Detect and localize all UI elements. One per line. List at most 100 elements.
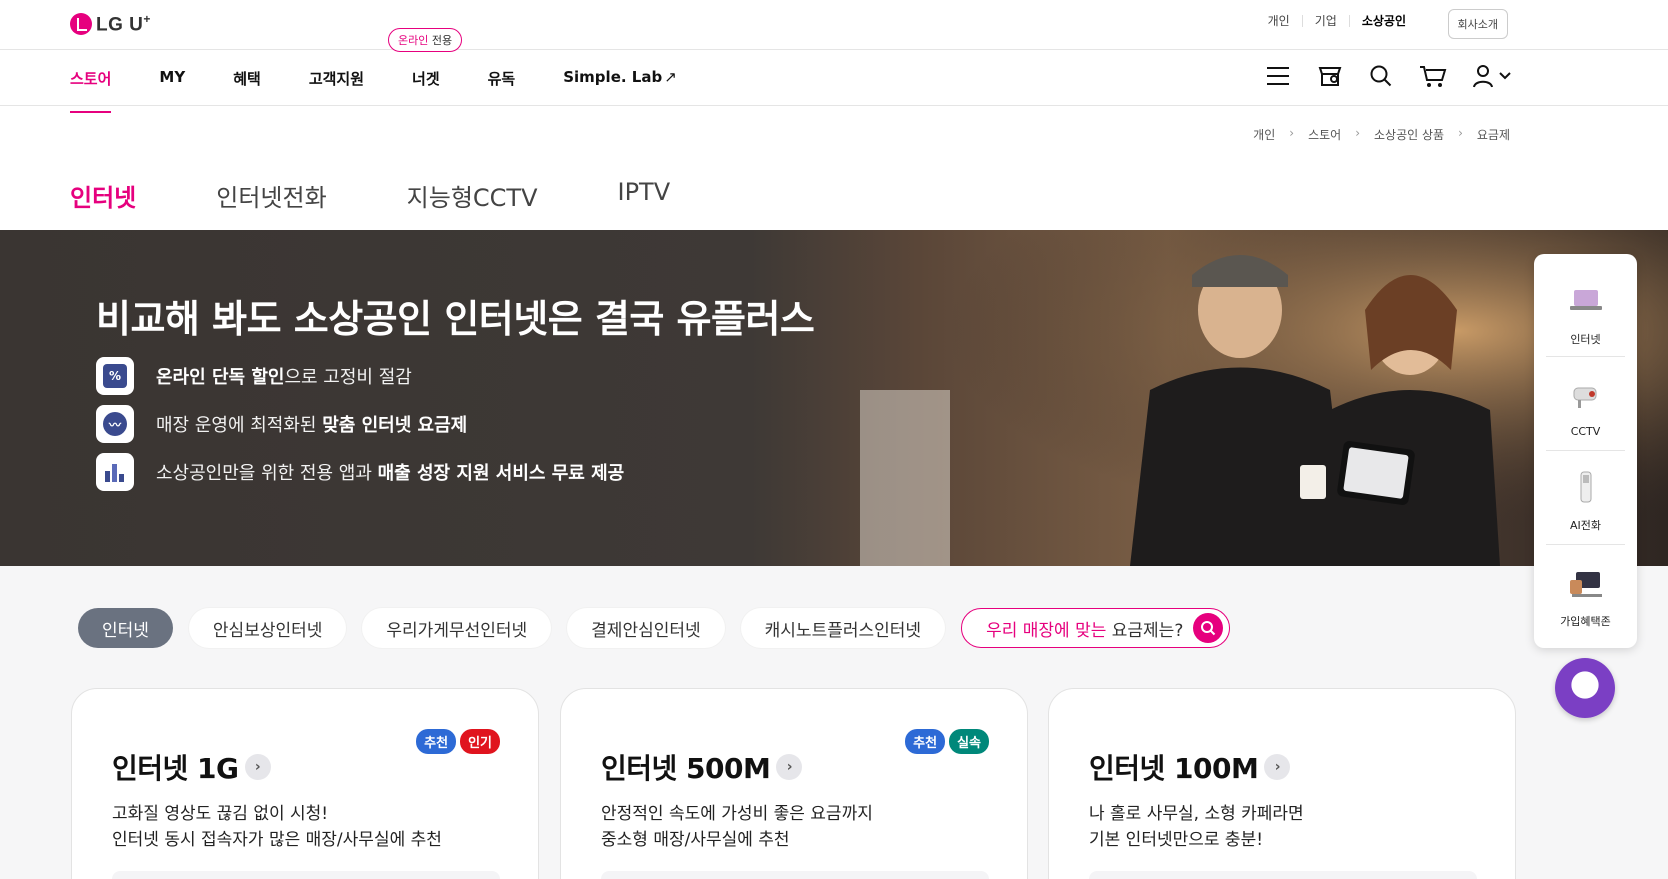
hero-feature: 소상공인만을 위한 전용 앱과 매출 성장 지원 서비스 무료 제공 xyxy=(96,453,624,491)
nav-udok[interactable]: 유독 xyxy=(488,68,516,113)
plan-desc: 인터넷 동시 접속자가 많은 매장/사무실에 추천 xyxy=(112,830,442,850)
chevron-right-icon: › xyxy=(1458,126,1463,140)
breadcrumb-item[interactable]: 스토어 xyxy=(1308,126,1341,143)
phone-icon xyxy=(1580,471,1591,503)
hero-feature-text: 매장 운영에 최적화된 xyxy=(156,415,323,436)
plan-desc: 중소형 매장/사무실에 추천 xyxy=(601,830,790,850)
plan-finder-button[interactable]: 우리 매장에 맞는 요금제는? xyxy=(961,608,1231,648)
cctv-icon xyxy=(1573,387,1596,408)
chevron-right-icon: › xyxy=(1355,126,1360,140)
hero-feature-bold: 맞춤 인터넷 요금제 xyxy=(322,415,468,436)
menu-icon[interactable] xyxy=(1265,65,1291,87)
util-link-personal[interactable]: 개인 xyxy=(1256,15,1303,27)
tab-iptv[interactable]: IPTV xyxy=(618,178,671,234)
quick-item-internet[interactable]: 인터넷 xyxy=(1534,284,1637,347)
hero-banner: 비교해 봐도 소상공인 인터넷은 결국 유플러스 % 온라인 단독 할인으로 고… xyxy=(0,230,1668,566)
plan-card[interactable]: 추천 실속 인터넷 500M › 안정적인 속도에 가성비 좋은 요금까지중소형 … xyxy=(560,688,1028,879)
chip-cashnote-internet[interactable]: 캐시노트플러스인터넷 xyxy=(740,608,946,648)
wave-icon: 〰 xyxy=(96,405,134,443)
hero-feature-bold: 온라인 단독 할인 xyxy=(156,367,285,388)
lguplus-logo[interactable]: LG U+ xyxy=(70,12,151,36)
hero-feature-text: 으로 고정비 절감 xyxy=(284,367,412,388)
quick-item-ai-phone[interactable]: AI전화 xyxy=(1534,470,1637,533)
main-nav: 스토어 MY 혜택 고객지원 너겟 유독 Simple. Lab xyxy=(70,68,725,113)
tab-internet-phone[interactable]: 인터넷전화 xyxy=(216,178,326,234)
chevron-right-icon[interactable]: › xyxy=(244,754,271,780)
online-badge-pink: 온라인 xyxy=(398,34,429,47)
plan-finder-text: 요금제는? xyxy=(1106,620,1184,641)
chip-wireless-internet[interactable]: 우리가게무선인터넷 xyxy=(362,608,552,648)
chevron-right-icon[interactable]: › xyxy=(776,754,803,780)
badge-popular: 인기 xyxy=(460,729,500,754)
plan-desc: 안정적인 속도에 가성비 좋은 요금까지 xyxy=(601,804,873,824)
badge-value: 실속 xyxy=(949,729,989,754)
chevron-right-icon[interactable]: › xyxy=(1264,754,1291,780)
nav-my[interactable]: MY xyxy=(159,68,185,113)
category-tabs: 인터넷 인터넷전화 지능형CCTV IPTV xyxy=(70,178,750,234)
quick-item-label: CCTV xyxy=(1570,425,1601,438)
util-links: 개인 기업 소상공인 xyxy=(1256,15,1418,27)
nav-store[interactable]: 스토어 xyxy=(70,68,112,113)
laptop-icon xyxy=(1569,290,1602,310)
badges: 추천 인기 xyxy=(416,729,500,754)
hero-feature: % 온라인 단독 할인으로 고정비 절감 xyxy=(96,357,412,395)
badge-recommended: 추천 xyxy=(905,729,946,754)
plan-card-footer xyxy=(112,871,500,879)
cart-icon[interactable] xyxy=(1419,64,1447,88)
hero-title: 비교해 봐도 소상공인 인터넷은 결국 유플러스 xyxy=(96,297,815,341)
nav-nugget[interactable]: 너겟 xyxy=(412,68,440,113)
util-link-business[interactable]: 기업 xyxy=(1303,15,1350,27)
tab-cctv[interactable]: 지능형CCTV xyxy=(407,178,538,234)
tab-internet[interactable]: 인터넷 xyxy=(70,178,137,234)
badges: 추천 실속 xyxy=(905,729,989,754)
chip-safe-internet[interactable]: 안심보상인터넷 xyxy=(188,608,347,648)
plan-desc: 기본 인터넷만으로 충분! xyxy=(1089,830,1264,850)
breadcrumb-item[interactable]: 소상공인 상품 xyxy=(1374,126,1444,143)
discount-icon: % xyxy=(96,357,134,395)
store-icon[interactable] xyxy=(1317,64,1343,88)
plan-title: 인터넷 500M xyxy=(601,752,771,785)
breadcrumb: 개인 › 스토어 › 소상공인 상품 › 요금제 xyxy=(1253,126,1510,143)
plan-filter-chips: 인터넷 안심보상인터넷 우리가게무선인터넷 결제안심인터넷 캐시노트플러스인터넷… xyxy=(78,608,1231,648)
chip-payment-internet[interactable]: 결제안심인터넷 xyxy=(567,608,725,648)
plan-card-footer xyxy=(601,871,989,879)
plan-desc: 나 홀로 사무실, 소형 카페라면 xyxy=(1089,804,1304,824)
plan-desc: 고화질 영상도 끊김 없이 시청! xyxy=(112,804,329,824)
quick-item-label: AI전화 xyxy=(1569,519,1601,532)
chatbot-icon[interactable] xyxy=(1555,658,1615,718)
chip-internet[interactable]: 인터넷 xyxy=(78,608,173,648)
quick-item-label: 인터넷 xyxy=(1570,333,1601,346)
divider xyxy=(0,49,1668,50)
online-badge-rest: 전용 xyxy=(428,34,453,47)
nav-benefit[interactable]: 혜택 xyxy=(233,68,261,113)
plan-finder-pink: 우리 매장에 맞는 xyxy=(986,620,1107,641)
logo-text: LG U xyxy=(96,14,144,36)
plan-card-footer xyxy=(1089,871,1477,879)
badge-recommended: 추천 xyxy=(416,729,457,754)
quick-item-cctv[interactable]: CCTV xyxy=(1534,378,1637,438)
nav-simple-lab[interactable]: Simple. Lab xyxy=(563,68,677,113)
util-link-small-business[interactable]: 소상공인 xyxy=(1350,15,1418,27)
hero-feature-bold: 매출 성장 지원 서비스 무료 제공 xyxy=(377,463,625,484)
plan-title: 인터넷 1G xyxy=(112,752,239,785)
quick-menu: 인터넷 CCTV AI전화 가입혜택존 xyxy=(1534,254,1637,648)
hero-feature: 〰 매장 운영에 최적화된 맞춤 인터넷 요금제 xyxy=(96,405,467,443)
logo-sup: + xyxy=(143,12,151,26)
gnb-icons xyxy=(1265,64,1513,88)
plan-card[interactable]: 추천 인기 인터넷 1G › 고화질 영상도 끊김 없이 시청! 인터넷 동시 접속… xyxy=(71,688,539,879)
user-icon[interactable] xyxy=(1473,64,1513,88)
hero-feature-text: 소상공인만을 위한 전용 앱과 xyxy=(156,463,378,484)
breadcrumb-item: 요금제 xyxy=(1476,128,1510,142)
divider xyxy=(0,105,1668,106)
online-only-badge: 온라인 전용 xyxy=(388,28,463,52)
company-intro-button[interactable]: 회사소개 xyxy=(1447,9,1508,39)
search-icon xyxy=(1193,613,1224,643)
bar-chart-icon xyxy=(96,453,134,491)
search-icon[interactable] xyxy=(1369,64,1393,88)
breadcrumb-item[interactable]: 개인 xyxy=(1253,126,1275,143)
lg-logo-icon xyxy=(70,13,92,36)
nav-support[interactable]: 고객지원 xyxy=(309,68,364,113)
plan-card[interactable]: 인터넷 100M › 나 홀로 사무실, 소형 카페라면 기본 인터넷만으로 충분! xyxy=(1048,688,1516,879)
quick-item-benefit-zone[interactable]: 가입혜택존 xyxy=(1534,566,1637,629)
chevron-right-icon: › xyxy=(1289,126,1295,140)
